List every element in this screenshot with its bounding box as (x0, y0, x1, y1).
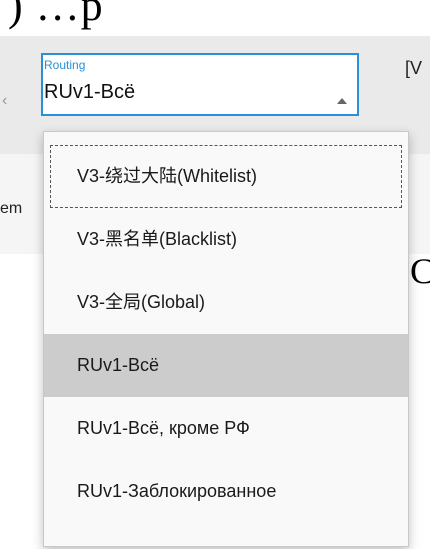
dropdown-option-global[interactable]: V3-全局(Global) (44, 271, 408, 334)
right-cut-label: [V (405, 58, 423, 78)
routing-selected-value: RUv1-Всё (44, 81, 136, 103)
background-glyph: Ϲ (410, 251, 430, 291)
routing-dropdown-list[interactable]: V3-绕过大陆(Whitelist) V3-黑名单(Blacklist) V3-… (43, 131, 409, 547)
dropdown-option-blacklist[interactable]: V3-黑名单(Blacklist) (44, 208, 408, 271)
chevron-left-icon[interactable]: ‹ (2, 92, 12, 116)
routing-combobox[interactable]: Routing RUv1-Всё (41, 53, 359, 116)
chevron-up-icon[interactable] (337, 98, 347, 104)
dropdown-option-ruv1-blocked[interactable]: RUv1-Заблокированное (44, 460, 408, 523)
left-cut-label: em (0, 200, 23, 217)
dropdown-option-ruv1-except-rf[interactable]: RUv1-Всё, кроме РФ (44, 397, 408, 460)
dropdown-option-ruv1-all[interactable]: RUv1-Всё (44, 334, 408, 397)
routing-caption-label: Routing (44, 58, 86, 72)
dropdown-option-whitelist[interactable]: V3-绕过大陆(Whitelist) (50, 145, 402, 208)
background-heading-text: ) …р (8, 0, 104, 30)
